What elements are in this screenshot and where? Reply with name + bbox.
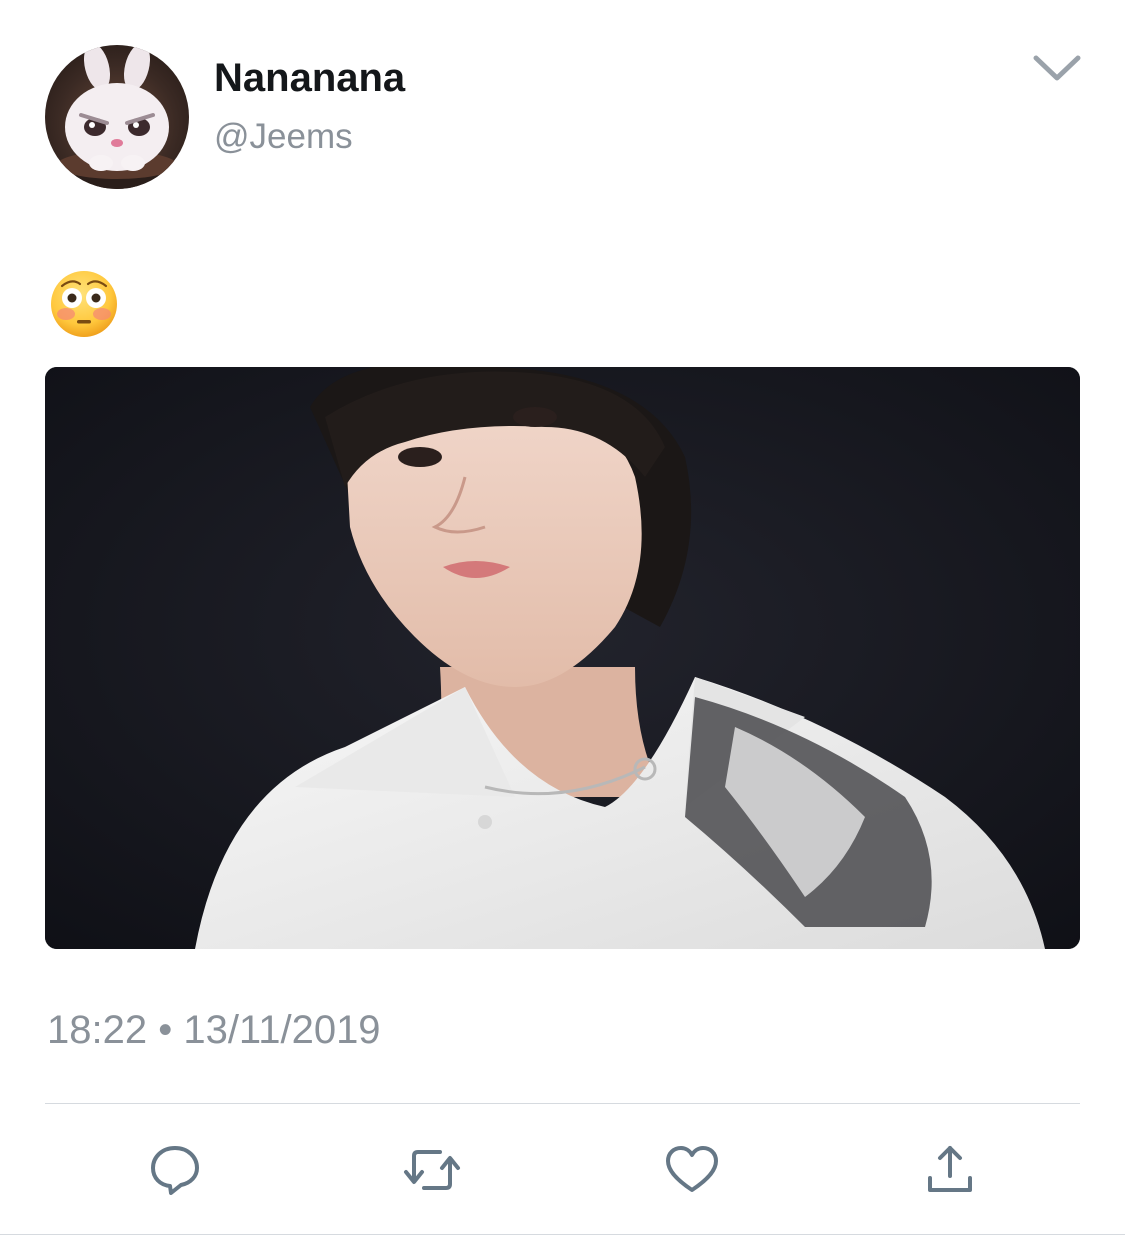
retweet-button[interactable] [402,1140,462,1200]
like-button[interactable] [662,1140,722,1200]
tweet-text: 😳 [48,268,120,340]
bottom-divider [0,1234,1125,1235]
reply-icon [151,1146,199,1195]
author-display-name[interactable]: Nananana [214,52,405,104]
author-avatar[interactable] [45,45,189,189]
photo-image [45,367,1080,949]
tweet-timestamp[interactable]: 18:22 • 13/11/2019 [47,1004,381,1056]
heart-icon [666,1146,718,1192]
reply-button[interactable] [145,1140,205,1200]
author-handle[interactable]: @Jeems [214,114,353,160]
chevron-down-icon[interactable] [1030,52,1084,86]
share-button[interactable] [920,1140,980,1200]
share-icon [928,1146,972,1192]
retweet-icon [404,1150,460,1190]
tweet-media-image[interactable] [45,367,1080,949]
bunny-avatar-image [45,45,189,189]
divider [45,1103,1080,1104]
flushed-face-emoji-icon [51,271,117,337]
